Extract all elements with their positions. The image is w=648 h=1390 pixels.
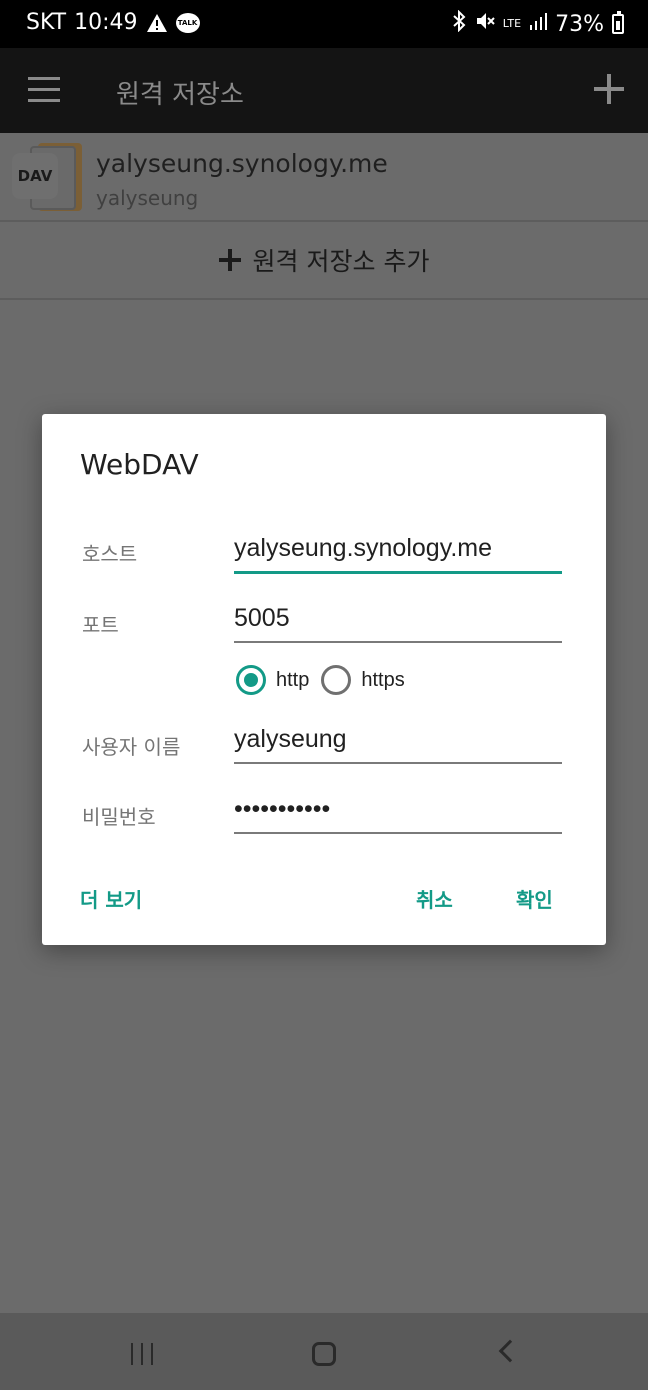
host-field[interactable] [234, 530, 562, 574]
radio-http[interactable]: http [236, 665, 309, 695]
add-storage-plus-icon[interactable] [592, 72, 626, 106]
radio-http-indicator[interactable] [236, 665, 266, 695]
status-right: LTE 73% [451, 9, 624, 38]
password-field[interactable] [234, 790, 562, 834]
cancel-button[interactable]: 취소 [416, 884, 453, 913]
recents-icon[interactable] [131, 1343, 155, 1365]
kakaotalk-icon: TALK [175, 12, 200, 33]
add-storage-button[interactable]: 원격 저장소 추가 [0, 222, 648, 300]
battery-percent: 73% [555, 11, 604, 37]
home-icon[interactable] [312, 1342, 336, 1366]
toolbar-title: 원격 저장소 [116, 80, 244, 110]
more-button[interactable]: 더 보기 [80, 884, 142, 913]
battery-icon [612, 11, 624, 34]
confirm-button[interactable]: 확인 [516, 884, 553, 913]
radio-https-label: https [361, 668, 405, 691]
navigation-bar [0, 1313, 648, 1390]
webdav-icon: DAV [12, 143, 84, 213]
password-label: 비밀번호 [82, 805, 156, 829]
storage-name: yalyseung.synology.me [96, 149, 388, 178]
lte-icon: LTE [502, 17, 522, 30]
host-label: 호스트 [82, 542, 138, 566]
storage-user: yalyseung [96, 186, 199, 210]
radio-https[interactable]: https [321, 665, 405, 695]
add-storage-label: 원격 저장소 추가 [252, 247, 430, 276]
warning-icon [146, 13, 168, 33]
carrier-label: SKT [26, 10, 67, 35]
status-left: SKT 10:49 TALK [26, 10, 200, 35]
radio-https-indicator[interactable] [321, 665, 352, 695]
clock: 10:49 [74, 10, 138, 35]
mute-icon [475, 10, 495, 38]
bluetooth-icon [451, 9, 467, 38]
webdav-dialog: WebDAV 호스트 포트 http https 사용자 이름 비밀번호 더 보… [42, 414, 606, 945]
username-field[interactable] [234, 720, 562, 764]
hamburger-menu-icon[interactable] [28, 77, 60, 103]
protocol-radio-group: http https [236, 665, 417, 695]
status-bar: SKT 10:49 TALK LTE 73% [0, 0, 648, 48]
plus-icon [218, 249, 241, 271]
back-icon[interactable] [498, 1339, 522, 1363]
storage-item[interactable]: DAV yalyseung.synology.me yalyseung [0, 133, 648, 222]
port-label: 포트 [82, 613, 119, 637]
signal-icon [529, 11, 548, 37]
app-toolbar: 원격 저장소 [0, 48, 648, 133]
dialog-title: WebDAV [80, 448, 199, 481]
port-field[interactable] [234, 599, 562, 643]
radio-http-label: http [276, 668, 310, 691]
username-label: 사용자 이름 [82, 735, 181, 759]
